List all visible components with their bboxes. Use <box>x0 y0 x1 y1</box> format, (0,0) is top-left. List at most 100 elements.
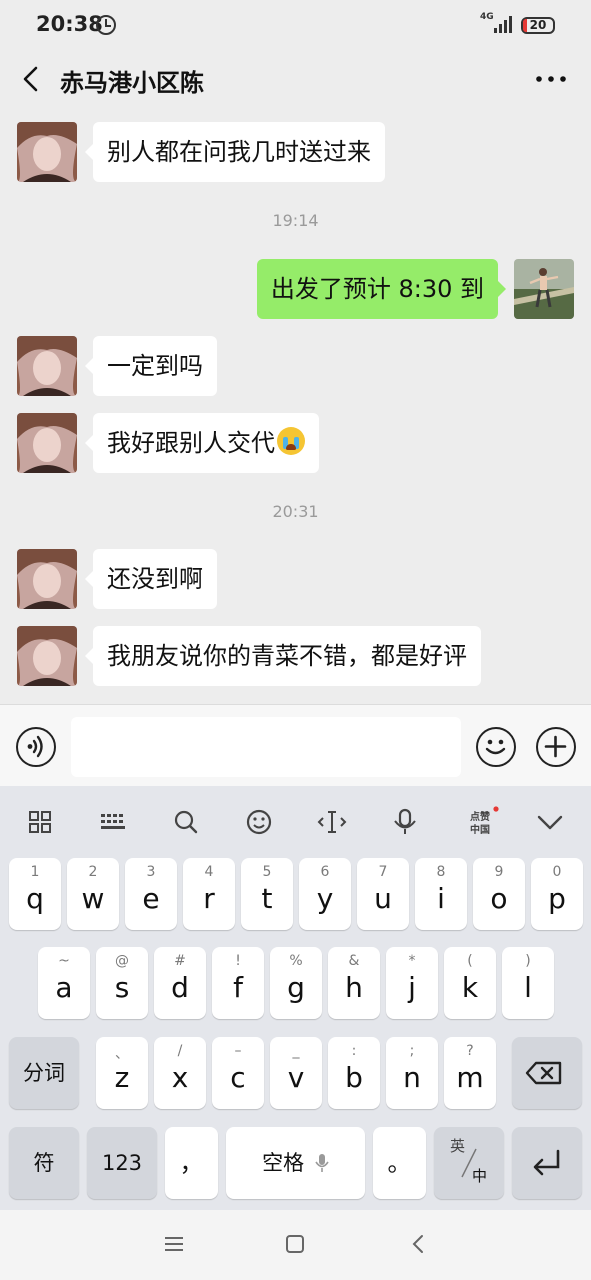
key-e[interactable]: 3e <box>125 858 177 930</box>
network-label: 4G <box>480 12 494 22</box>
key-label: h <box>345 971 363 1004</box>
space-key-label: 空格 <box>226 1127 365 1199</box>
chat-header: 赤马港小区陈 <box>0 52 591 108</box>
contact-avatar[interactable] <box>17 549 77 609</box>
key-o[interactable]: 9o <box>473 858 525 930</box>
key-j[interactable]: * j <box>386 947 438 1019</box>
more-options-icon[interactable] <box>534 64 568 94</box>
key-label: y <box>316 882 334 915</box>
key-h[interactable]: & h <box>328 947 380 1019</box>
key-a[interactable]: ~ a <box>38 947 90 1019</box>
key-t[interactable]: 5t <box>241 858 293 930</box>
key-q[interactable]: 1q <box>9 858 61 930</box>
message-bubble[interactable]: 还没到啊 <box>85 549 217 609</box>
message-list: 别人都在问我几时送过来 19:14 出发了预计 8:30 到 一定到吗 我好跟别… <box>0 108 591 704</box>
key-label: t <box>261 882 273 915</box>
message-input[interactable] <box>71 717 461 777</box>
timestamp: 19:14 <box>272 211 319 230</box>
key-c[interactable]: – c <box>212 1037 264 1109</box>
collapse-keyboard-icon[interactable] <box>530 806 570 838</box>
segment-key[interactable]: 分词 <box>9 1037 79 1109</box>
key-secondary-label: & <box>348 953 360 969</box>
message-bubble[interactable]: 出发了预计 8:30 到 <box>256 259 507 319</box>
space-label: 空格 <box>262 1151 305 1175</box>
mic-icon[interactable] <box>385 806 425 838</box>
back-arrow-icon[interactable] <box>18 64 48 94</box>
my-avatar[interactable] <box>514 259 574 319</box>
key-g[interactable]: % g <box>270 947 322 1019</box>
key-n[interactable]: ; n <box>386 1037 438 1109</box>
key-label: u <box>374 882 392 915</box>
key-label: e <box>142 882 160 915</box>
contact-avatar[interactable] <box>17 413 77 473</box>
key-v[interactable]: _ v <box>270 1037 322 1109</box>
key-r[interactable]: 4r <box>183 858 235 930</box>
key-label: f <box>233 971 243 1004</box>
timestamp: 20:31 <box>272 502 319 521</box>
key-secondary-label: _ <box>292 1043 300 1059</box>
key-label: l <box>524 971 532 1004</box>
emoji-button[interactable] <box>476 727 516 767</box>
key-w[interactable]: 2w <box>67 858 119 930</box>
key-label: g <box>287 971 305 1004</box>
key-label: v <box>287 1061 305 1094</box>
key-i[interactable]: 8i <box>415 858 467 930</box>
numeric-key[interactable]: 123 <box>87 1127 157 1199</box>
recent-apps-icon[interactable] <box>162 1232 186 1256</box>
back-icon[interactable] <box>407 1232 431 1256</box>
key-secondary-label: – <box>234 1043 242 1059</box>
key-label: i <box>437 882 445 915</box>
home-icon[interactable] <box>283 1232 307 1256</box>
comma-key[interactable]: ， <box>165 1127 218 1199</box>
key-k[interactable]: (k <box>444 947 496 1019</box>
key-secondary-label: 5 <box>262 864 272 880</box>
message-text: 我好跟别人交代 <box>107 429 275 457</box>
contact-avatar[interactable] <box>17 122 77 182</box>
key-s[interactable]: @ s <box>96 947 148 1019</box>
more-functions-button[interactable] <box>536 727 576 767</box>
key-secondary-label: 9 <box>494 864 504 880</box>
key-z[interactable]: 、 z <box>96 1037 148 1109</box>
language-switch-key[interactable]: 英 中 <box>434 1127 504 1199</box>
search-icon[interactable] <box>166 806 206 838</box>
key-m[interactable]: ? m <box>444 1037 496 1109</box>
key-label: r <box>203 882 215 915</box>
contact-avatar[interactable] <box>17 626 77 686</box>
key-x[interactable]: / x <box>154 1037 206 1109</box>
message-bubble[interactable]: 一定到吗 <box>85 336 217 396</box>
contact-avatar[interactable] <box>17 336 77 396</box>
key-secondary-label: 2 <box>88 864 98 880</box>
space-key[interactable]: 空格 <box>226 1127 365 1199</box>
key-y[interactable]: 6y <box>299 858 351 930</box>
enter-key[interactable] <box>512 1127 582 1199</box>
key-secondary-label: ) <box>525 953 531 969</box>
symbol-key[interactable]: 符 <box>9 1127 79 1199</box>
key-l[interactable]: ) l <box>502 947 554 1019</box>
key-d[interactable]: # d <box>154 947 206 1019</box>
emoji-icon[interactable] <box>239 806 279 838</box>
cursor-icon[interactable] <box>312 806 352 838</box>
message-bubble[interactable]: 我朋友说你的青菜不错，都是好评 <box>85 626 481 686</box>
key-p[interactable]: 0p <box>531 858 583 930</box>
key-secondary-label: ( <box>467 953 473 969</box>
message-bubble[interactable]: 别人都在问我几时送过来 <box>85 122 385 182</box>
key-secondary-label: 6 <box>320 864 330 880</box>
apps-grid-icon[interactable] <box>20 806 60 838</box>
key-label: o <box>490 882 508 915</box>
key-label: s <box>114 971 130 1004</box>
dianzan-china-icon[interactable]: 点赞 中国 <box>460 806 500 838</box>
key-f[interactable]: ! f <box>212 947 264 1019</box>
message-bubble[interactable]: 我好跟别人交代 <box>85 413 319 473</box>
key-label: j <box>408 971 416 1004</box>
input-bar <box>0 704 591 786</box>
key-u[interactable]: 7u <box>357 858 409 930</box>
voice-input-button[interactable] <box>16 727 56 767</box>
svg-text:点赞: 点赞 <box>470 810 490 823</box>
period-key[interactable]: 。 <box>373 1127 426 1199</box>
key-secondary-label: 3 <box>146 864 156 880</box>
keyboard-layout-icon[interactable] <box>93 806 133 838</box>
backspace-key[interactable] <box>512 1037 582 1109</box>
key-label: n <box>403 1061 421 1094</box>
key-b[interactable]: :b <box>328 1037 380 1109</box>
key-secondary-label: 4 <box>204 864 214 880</box>
